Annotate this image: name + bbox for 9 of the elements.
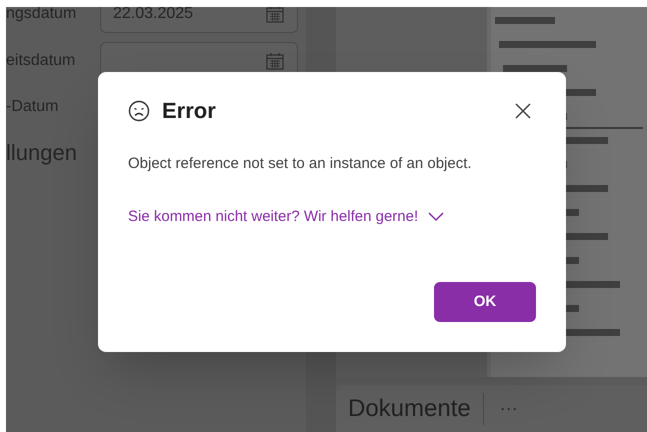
card-title: Dokumente [348, 394, 471, 424]
calendar-icon [265, 7, 285, 24]
calendar-icon [265, 51, 285, 71]
close-icon [515, 102, 531, 118]
error-message: Object reference not set to an instance of an object. [128, 154, 473, 174]
ok-button[interactable]: OK [434, 282, 536, 322]
help-link[interactable]: Sie kommen nicht weiter? Wir helfen gerne! [128, 206, 444, 228]
sad-face-icon [128, 100, 150, 122]
dialog-title: Error [162, 97, 216, 125]
